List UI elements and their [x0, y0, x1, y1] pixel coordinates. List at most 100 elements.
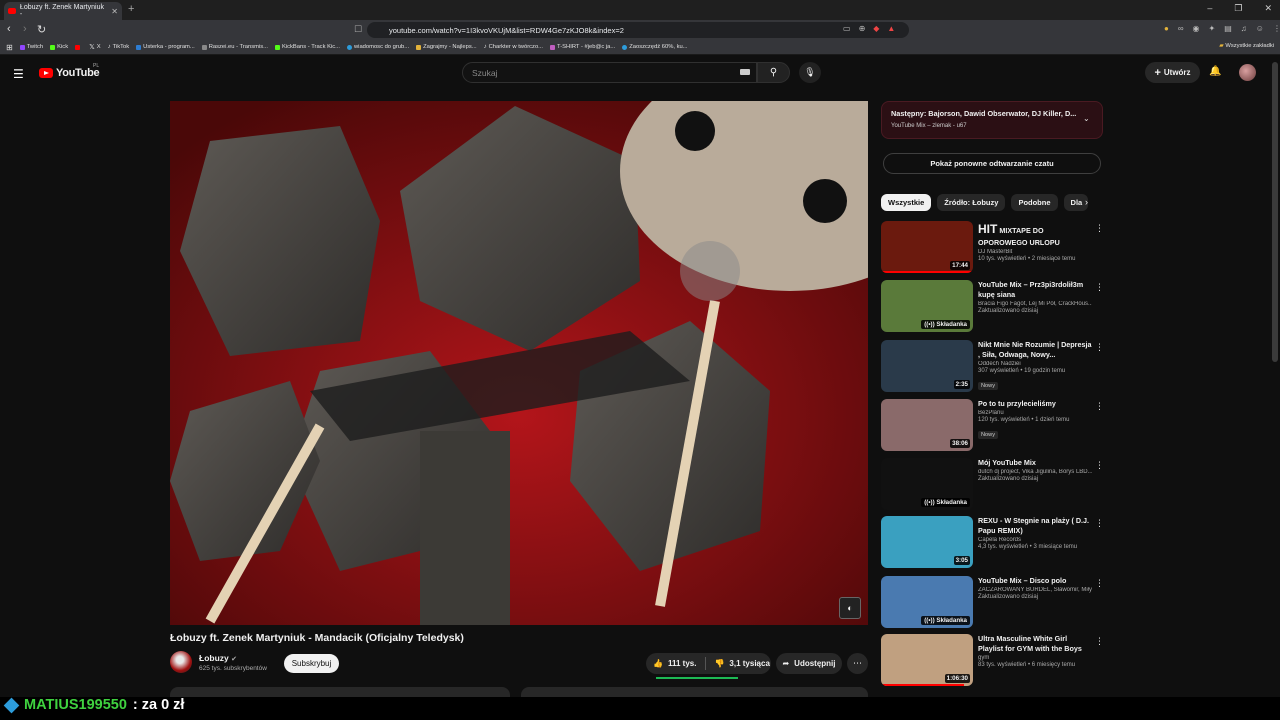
- chip-all[interactable]: Wszystkie: [881, 194, 932, 211]
- channel-name[interactable]: Capela Records: [978, 537, 1092, 543]
- video-title[interactable]: YouTube Mix – Prz3pi3rdolił3m kupę siana: [978, 280, 1092, 300]
- channel-name[interactable]: DJ MasterBit: [978, 249, 1092, 255]
- apps-grid-icon[interactable]: ⊞: [6, 43, 13, 52]
- more-options-icon[interactable]: ⋮: [1095, 636, 1104, 647]
- video-player[interactable]: [170, 101, 868, 625]
- recommendation-item[interactable]: 1:06:30 Ultra Masculine White Girl Playli…: [881, 634, 1104, 688]
- video-thumbnail[interactable]: ((•)) Składanka: [881, 576, 973, 628]
- recommendation-item[interactable]: ((•)) Składanka Mój YouTube Mix dutch dj p…: [881, 458, 1104, 512]
- channel-name[interactable]: ZACZAROWANY BURDEL, Sławomir, Miły...: [978, 587, 1092, 593]
- extension-puzzle-icon[interactable]: ✦: [1209, 24, 1216, 33]
- recommendation-item[interactable]: 2:35 Nikt Mnie Nie Rozumie | Depresja , S…: [881, 340, 1104, 394]
- maximize-icon[interactable]: ❐: [1234, 3, 1242, 14]
- sidebar-toggle-icon[interactable]: ▤: [1224, 24, 1232, 33]
- video-title[interactable]: YouTube Mix – Disco polo: [978, 576, 1092, 586]
- menu-icon[interactable]: ☰: [13, 67, 24, 81]
- notifications-bell-icon[interactable]: 🔔: [1209, 66, 1221, 77]
- reload-icon[interactable]: ↻: [37, 23, 46, 36]
- channel-avatar[interactable]: [170, 651, 192, 673]
- youtube-logo[interactable]: YouTube PL: [39, 63, 100, 79]
- video-thumbnail[interactable]: 1:06:30: [881, 634, 973, 686]
- media-control-icon[interactable]: ♫: [1241, 24, 1247, 33]
- bookmark-item[interactable]: Kick: [50, 44, 68, 50]
- alert-extension-icon[interactable]: ▲: [887, 24, 895, 33]
- video-title[interactable]: Ultra Masculine White Girl Playlist for …: [978, 634, 1092, 654]
- cast-icon[interactable]: ▭: [843, 24, 851, 33]
- subscribe-button[interactable]: Subskrybuj: [284, 654, 339, 673]
- keyboard-icon[interactable]: [740, 69, 750, 75]
- extension-globe-icon[interactable]: ◉: [1193, 24, 1200, 33]
- more-options-icon[interactable]: ⋮: [1095, 282, 1104, 293]
- back-icon[interactable]: ‹: [7, 23, 11, 35]
- bookmark-item[interactable]: ♪ TikTok: [108, 44, 130, 50]
- bookmark-item[interactable]: Usterka - program...: [136, 44, 195, 50]
- menu-dots-icon[interactable]: ⋮: [1273, 24, 1280, 33]
- like-button[interactable]: 👍 111 tys.: [646, 657, 707, 670]
- more-actions-button[interactable]: ⋯: [847, 653, 868, 674]
- page-scrollbar[interactable]: [1272, 62, 1278, 362]
- video-thumbnail[interactable]: 2:35: [881, 340, 973, 392]
- bookmark-item[interactable]: [75, 44, 82, 50]
- create-button[interactable]: + Utwórz: [1145, 62, 1200, 83]
- more-options-icon[interactable]: ⋮: [1095, 518, 1104, 529]
- extension-coin-icon[interactable]: ●: [1164, 24, 1169, 33]
- zoom-icon[interactable]: ⊕: [859, 24, 866, 33]
- bookmark-item[interactable]: wiadomosc do grub...: [346, 44, 409, 50]
- recommendation-item[interactable]: ((•)) Składanka YouTube Mix – Prz3pi3rdol…: [881, 280, 1104, 334]
- chevron-right-icon[interactable]: ›: [1085, 197, 1088, 207]
- chip-for-you[interactable]: Dla: [1063, 194, 1088, 211]
- chip-source[interactable]: Źródło: Łobuzy: [937, 194, 1006, 211]
- profile-icon[interactable]: ☺: [1256, 24, 1264, 33]
- bookmark-item[interactable]: 𝕏X: [89, 43, 101, 51]
- close-tab-icon[interactable]: ✕: [111, 7, 118, 16]
- channel-name[interactable]: gym: [978, 655, 1092, 661]
- extension-link-icon[interactable]: ∞: [1178, 24, 1184, 33]
- search-input[interactable]: Szukaj: [462, 62, 757, 83]
- bookmark-item[interactable]: Zagrajmy - Najleps...: [416, 44, 477, 50]
- video-thumbnail[interactable]: ((•)) Składanka: [881, 280, 973, 332]
- video-thumbnail[interactable]: 38:06: [881, 399, 973, 451]
- voice-search-button[interactable]: 🎙: [799, 62, 821, 83]
- channel-name[interactable]: BezPlanu: [978, 410, 1092, 416]
- video-title[interactable]: Mój YouTube Mix: [978, 458, 1092, 468]
- new-tab-button[interactable]: +: [128, 3, 134, 15]
- video-title[interactable]: Po to tu przylecieliśmy: [978, 399, 1092, 409]
- video-title[interactable]: Nikt Mnie Nie Rozumie | Depresja , Siła,…: [978, 340, 1092, 360]
- account-avatar[interactable]: [1239, 64, 1256, 81]
- video-thumbnail[interactable]: 3:05: [881, 516, 973, 568]
- channel-watermark-icon[interactable]: ◐: [839, 597, 861, 619]
- show-chat-replay-button[interactable]: Pokaż ponowne odtwarzanie czatu: [883, 153, 1101, 174]
- channel-name[interactable]: dutch dj project, Vika Jigulina, Borys L…: [978, 469, 1092, 475]
- dislike-button[interactable]: 👎 3,1 tysiąca: [706, 659, 769, 668]
- video-title[interactable]: HIT MIXTAPE DO OPOROWEGO URLOPU: [978, 221, 1092, 248]
- bookmark-item[interactable]: Twitch: [19, 44, 43, 50]
- all-bookmarks[interactable]: ▰ Wszystkie zakładki: [1219, 43, 1274, 49]
- bookmark-item[interactable]: T-SHIRT - #jeb@c ja...: [550, 44, 615, 50]
- mix-playlist-panel[interactable]: [881, 101, 1103, 139]
- recommendation-item[interactable]: 17:44 HIT MIXTAPE DO OPOROWEGO URLOPU DJ Ma…: [881, 221, 1104, 275]
- chip-related[interactable]: Podobne: [1011, 194, 1058, 211]
- chevron-down-icon[interactable]: ⌄: [1083, 114, 1090, 123]
- more-options-icon[interactable]: ⋮: [1095, 460, 1104, 471]
- bookmark-item[interactable]: Zaoszczędź 60%, ku...: [622, 44, 688, 50]
- video-thumbnail[interactable]: ((•)) Składanka: [881, 458, 973, 510]
- shield-extension-icon[interactable]: ◆: [873, 24, 879, 33]
- address-bar[interactable]: youtube.com/watch?v=1I3kvoVKUjM&list=RDW…: [367, 22, 909, 38]
- close-window-icon[interactable]: ✕: [1264, 3, 1272, 14]
- video-thumbnail[interactable]: 17:44: [881, 221, 973, 273]
- minimize-icon[interactable]: –: [1207, 3, 1212, 14]
- channel-name[interactable]: Oddech Nadziei: [978, 361, 1092, 367]
- bookmark-page-icon[interactable]: ☐: [354, 24, 362, 35]
- browser-tab[interactable]: Łobuzy ft. Zenek Martyniuk - ✕: [4, 2, 122, 20]
- search-button[interactable]: ⚲: [757, 62, 790, 83]
- channel-name[interactable]: Bracia Figo Fagot, Lej Mi Pół, CrackHous…: [978, 301, 1092, 307]
- more-options-icon[interactable]: ⋮: [1095, 401, 1104, 412]
- recommendation-item[interactable]: 38:06 Po to tu przylecieliśmy BezPlanu 120 …: [881, 399, 1104, 453]
- more-options-icon[interactable]: ⋮: [1095, 342, 1104, 353]
- bookmark-item[interactable]: Raszei.eu - Transmis...: [201, 44, 268, 50]
- more-options-icon[interactable]: ⋮: [1095, 223, 1104, 234]
- bookmark-item[interactable]: ♪ Charkter w twórczo...: [484, 44, 543, 50]
- forward-icon[interactable]: ›: [23, 23, 27, 35]
- video-title[interactable]: REXU - W Stegnie na plaży ( D.J. Papu RE…: [978, 516, 1092, 536]
- recommendation-item[interactable]: ((•)) Składanka YouTube Mix – Disco polo Z…: [881, 576, 1104, 630]
